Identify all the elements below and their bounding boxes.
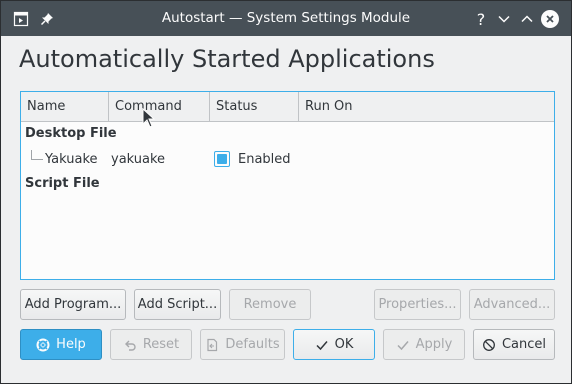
title-bar[interactable]: Autostart — System Settings Module ? [1,1,571,36]
undo-icon [123,338,137,352]
page-title: Automatically Started Applications [19,45,435,73]
defaults-button-label: Defaults [225,337,280,352]
defaults-button[interactable]: Defaults [200,329,285,360]
entry-enabled-checkbox[interactable] [214,151,230,167]
cancel-button[interactable]: Cancel [473,329,555,360]
entry-command: yakuake [111,152,166,167]
reset-button[interactable]: Reset [110,329,192,360]
remove-button[interactable]: Remove [229,289,311,320]
group-script-file[interactable]: Script File [25,176,100,191]
list-header: Name Command Status Run On [21,92,554,122]
help-button[interactable]: Help [20,329,102,360]
column-header-name[interactable]: Name [21,92,109,121]
autostart-window: Autostart — System Settings Module ? Aut… [0,0,572,384]
group-desktop-file[interactable]: Desktop File [25,126,117,141]
properties-button[interactable]: Properties... [374,289,461,320]
cancel-button-label: Cancel [501,337,547,352]
apply-button[interactable]: Apply [383,329,465,360]
advanced-button[interactable]: Advanced... [469,289,555,320]
autostart-list[interactable]: Name Command Status Run On Desktop File … [20,91,555,280]
column-header-command[interactable]: Command [109,92,210,121]
checkmark-icon [396,338,410,352]
ok-button[interactable]: OK [293,329,375,360]
lifebuoy-icon [36,338,50,352]
entry-name: Yakuake [45,152,98,167]
close-icon[interactable] [540,9,560,29]
apply-button-label: Apply [415,337,453,352]
checkbox-checked-mark [217,154,227,164]
chevron-up-icon[interactable] [517,9,537,29]
checkmark-icon [315,338,329,352]
mouse-pointer-icon [142,108,156,128]
chevron-down-icon[interactable] [494,9,514,29]
tree-branch-line [31,150,43,160]
question-icon[interactable]: ? [471,9,491,29]
reset-button-label: Reset [142,337,180,352]
add-script-button[interactable]: Add Script... [134,289,221,320]
add-program-button[interactable]: Add Program... [20,289,126,320]
column-header-status[interactable]: Status [210,92,299,121]
entry-status: Enabled [238,152,291,167]
cancel-icon [482,338,496,352]
column-header-run-on[interactable]: Run On [299,92,554,121]
document-revert-icon [205,338,219,352]
help-button-label: Help [56,337,86,352]
ok-button-label: OK [334,337,354,352]
